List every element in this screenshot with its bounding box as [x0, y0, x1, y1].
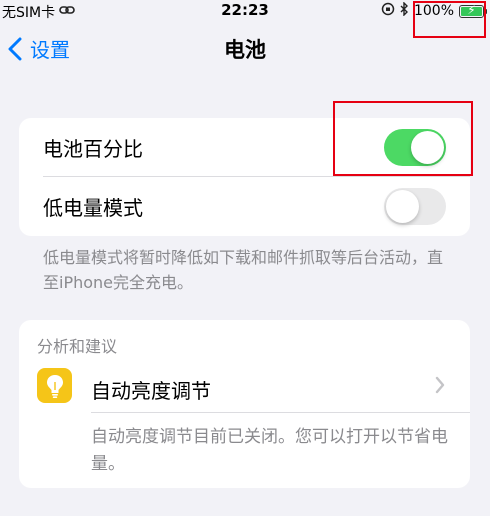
- chevron-right-icon[interactable]: [435, 376, 445, 398]
- low-power-mode-toggle[interactable]: [384, 188, 446, 225]
- low-power-mode-label: 低电量模式: [43, 196, 143, 220]
- auto-brightness-description: 自动亮度调节目前已关闭。您可以打开以节省电量。: [91, 427, 448, 474]
- toggle-knob: [386, 190, 419, 223]
- battery-percentage-label: 电池百分比: [43, 137, 143, 161]
- bluetooth-icon: [400, 1, 409, 20]
- item-divider: [91, 412, 470, 413]
- battery-highlight-box: [413, 1, 486, 38]
- lightbulb-icon: [37, 368, 72, 403]
- low-power-footnote: 低电量模式将暂时降低如下载和邮件抓取等后台活动，直至iPhone完全充电。: [43, 248, 444, 292]
- rotation-lock-icon: [381, 2, 395, 20]
- analysis-group: 分析和建议 自动亮度调节 自动亮度调节目前已关闭。您可以打开以节省电量。: [19, 320, 470, 488]
- toggle-highlight-box: [333, 101, 473, 176]
- section-header: 分析和建议: [37, 337, 118, 356]
- auto-brightness-item[interactable]: 自动亮度调节: [91, 375, 211, 404]
- low-power-mode-row: 低电量模式: [19, 177, 470, 236]
- page-title: 电池: [224, 38, 266, 62]
